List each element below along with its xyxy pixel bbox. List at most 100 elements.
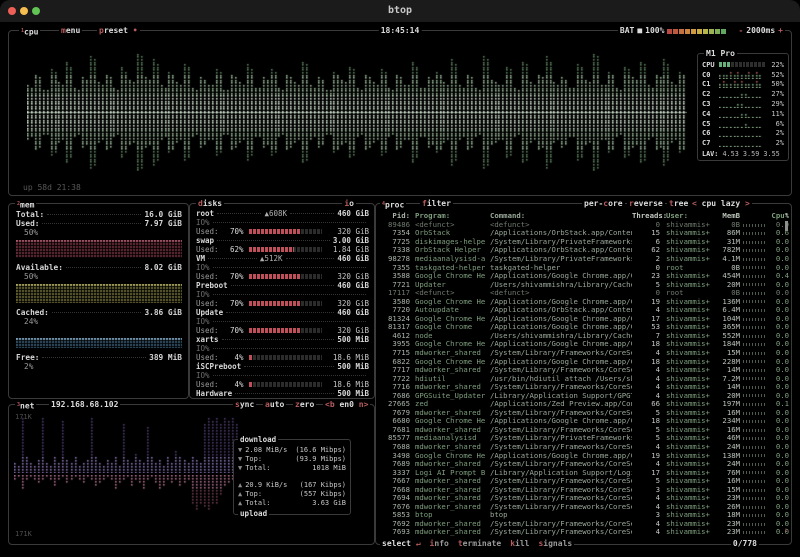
signals-action[interactable]: signals <box>538 539 572 549</box>
interval-decrease-button[interactable]: - <box>738 26 743 36</box>
process-row[interactable]: 7692mdworker_shared/System/Library/Frame… <box>380 519 782 528</box>
terminate-action[interactable]: terminate <box>458 539 501 549</box>
header-threads[interactable]: Threads: <box>632 211 660 220</box>
disk-used-value: 320 GiB <box>327 299 369 308</box>
process-row[interactable]: 6680Google Chrome He/Applications/Google… <box>380 417 782 426</box>
process-row[interactable]: 7686GPGSuite_Updater/Library/Application… <box>380 391 782 400</box>
process-row[interactable]: 7681mdworker_shared/System/Library/Frame… <box>380 425 782 434</box>
close-button[interactable] <box>8 7 16 15</box>
disk-used-meter <box>249 247 322 252</box>
net-box: 3net 192.168.68.102 sync auto zero <b en… <box>8 404 375 545</box>
process-row[interactable]: 81324Google Chrome He/Applications/Googl… <box>380 314 782 323</box>
process-row[interactable]: 6822Google Chrome He/Applications/Google… <box>380 357 782 366</box>
process-mem-graph <box>743 266 765 269</box>
select-action[interactable]: select ↵ <box>382 539 421 549</box>
process-pid: 7693 <box>380 527 410 536</box>
process-row[interactable]: 7721Updater/Users/shivammishra/Library/C… <box>380 280 782 289</box>
process-row[interactable]: 7722hdiutil/usr/bin/hdiutil attach /User… <box>380 374 782 383</box>
process-row[interactable]: 7720Autoupdate/Applications/OrbStack.app… <box>380 305 782 314</box>
reverse-toggle[interactable]: reverse <box>627 199 665 209</box>
process-row[interactable]: 89486<defunct><defunct>0shivammis+0B0.0 <box>380 220 782 229</box>
mem-entry: Free: 389 MiB <box>16 353 182 362</box>
disk-used-label: Used: <box>196 272 219 281</box>
scrollbar-thumb[interactable] <box>785 221 788 231</box>
tree-toggle[interactable]: tree <box>667 199 690 209</box>
core-percent: 27% <box>763 90 784 98</box>
process-row[interactable]: 98278mediaanalysisd-a/System/Library/Pri… <box>380 254 782 263</box>
header-pid[interactable]: Pid: <box>380 211 410 220</box>
menu-button[interactable]: menu <box>59 26 82 36</box>
process-row[interactable]: 3498Google Chrome He/Applications/Google… <box>380 451 782 460</box>
upload-graph <box>14 475 240 525</box>
filter-button[interactable]: filter <box>420 199 453 209</box>
disk-used-percent: 4% <box>222 380 244 389</box>
preset-button[interactable]: preset • <box>97 26 140 36</box>
process-row[interactable]: 3580Google Chrome He/Applications/Google… <box>380 297 782 306</box>
sort-selector[interactable]: < cpu lazy > <box>690 199 752 209</box>
process-mem-graph <box>743 326 765 329</box>
download-rows: ▼2.08 MiB/s (16.6 Mibps)▼Top:(93.9 Mibps)… <box>238 445 346 472</box>
dotted-leader <box>222 339 335 340</box>
process-row[interactable]: 27665zed/Applications/Zed Preview.app/Co… <box>380 399 782 408</box>
process-row[interactable]: 7716mdworker_shared/System/Library/Frame… <box>380 382 782 391</box>
process-row[interactable]: 7355taskgated-helpertaskgated-helper0roo… <box>380 263 782 272</box>
scroll-up-indicator[interactable]: ↑ <box>785 211 789 219</box>
process-mem-graph <box>743 446 765 449</box>
process-mem-graph <box>743 369 765 372</box>
mem-entry-label: Free: <box>16 353 39 362</box>
header-program[interactable]: Program: <box>415 211 487 220</box>
mem-entry-value: 389 MiB <box>149 353 182 362</box>
sync-button[interactable]: sync <box>233 400 256 410</box>
info-action[interactable]: info <box>430 539 449 549</box>
dotted-leader <box>217 213 261 214</box>
process-row[interactable]: 7668mdworker_shared/System/Library/Frame… <box>380 485 782 494</box>
process-row[interactable]: 7688mdworker_shared/System/Library/Frame… <box>380 442 782 451</box>
process-row[interactable]: 81317Google Chrome/Applications/Google C… <box>380 323 782 332</box>
process-row[interactable]: 7354OrbStack/Applications/OrbStack.app/C… <box>380 229 782 238</box>
disk-used-row: Used:70%320 GiB <box>196 326 369 335</box>
process-row[interactable]: 7693mdworker_shared/System/Library/Frame… <box>380 528 782 537</box>
process-row[interactable]: 7338OrbStack Helper/Applications/OrbStac… <box>380 246 782 255</box>
process-row[interactable]: 7717mdworker_shared/System/Library/Frame… <box>380 365 782 374</box>
net-box-title: 3net <box>15 400 36 410</box>
download-title: download <box>238 435 278 445</box>
download-stat-value: (16.6 Mibps) <box>295 446 346 454</box>
disk-name: Preboot <box>196 281 228 290</box>
process-row[interactable]: 3337Logi AI Prompt B/Library/Application… <box>380 468 782 477</box>
header-user[interactable]: User: <box>666 211 712 220</box>
interface-switcher[interactable]: <b en0 n> <box>323 400 370 410</box>
process-row[interactable]: 7676mdworker_shared/System/Library/Frame… <box>380 502 782 511</box>
download-stat: ▼Top:(93.9 Mibps) <box>238 454 346 463</box>
process-row[interactable]: 7715mdworker_shared/System/Library/Frame… <box>380 348 782 357</box>
process-row[interactable]: 3588Google Chrome He/Applications/Google… <box>380 271 782 280</box>
scroll-down-indicator[interactable]: ↓ <box>784 526 788 534</box>
disk-io-label: IO% <box>196 290 210 299</box>
process-row[interactable]: 4612node/Users/shivammishra/Library/Cach… <box>380 331 782 340</box>
interval-increase-button[interactable]: + <box>778 26 783 36</box>
process-row[interactable]: 7689mdworker_shared/System/Library/Frame… <box>380 459 782 468</box>
minimize-button[interactable] <box>20 7 28 15</box>
header-mem[interactable]: MemB <box>712 211 740 220</box>
load-average: LAV: 4.53 3.59 3.55 <box>702 150 784 158</box>
process-row[interactable]: 17117<defunct><defunct>0root0B0.0 <box>380 288 782 297</box>
auto-button[interactable]: auto <box>263 400 286 410</box>
header-command[interactable]: Command: <box>490 211 632 220</box>
disk-used-value: 320 GiB <box>327 326 369 335</box>
core-label: C0 <box>702 71 719 79</box>
io-mode-button[interactable]: io <box>342 199 356 209</box>
process-row[interactable]: 5853btopbtop3shivammis+18M0.0 <box>380 511 782 520</box>
battery-block <box>703 29 708 34</box>
download-stat-label: ▼2.08 MiB/s <box>238 446 287 454</box>
process-row[interactable]: 7694mdworker_shared/System/Library/Frame… <box>380 494 782 503</box>
maximize-button[interactable] <box>32 7 40 15</box>
per-core-toggle[interactable]: per-core <box>582 199 625 209</box>
process-mem-graph <box>743 292 765 295</box>
process-row[interactable]: 7725diskimages-helpe/System/Library/Priv… <box>380 237 782 246</box>
core-graph <box>719 129 763 137</box>
kill-action[interactable]: kill <box>510 539 529 549</box>
process-row[interactable]: 85577mediaanalysisd/System/Library/Priva… <box>380 434 782 443</box>
process-row[interactable]: 3955Google Chrome He/Applications/Google… <box>380 340 782 349</box>
process-row[interactable]: 7667mdworker_shared/System/Library/Frame… <box>380 476 782 485</box>
process-row[interactable]: 7679mdworker_shared/System/Library/Frame… <box>380 408 782 417</box>
zero-button[interactable]: zero <box>293 400 316 410</box>
